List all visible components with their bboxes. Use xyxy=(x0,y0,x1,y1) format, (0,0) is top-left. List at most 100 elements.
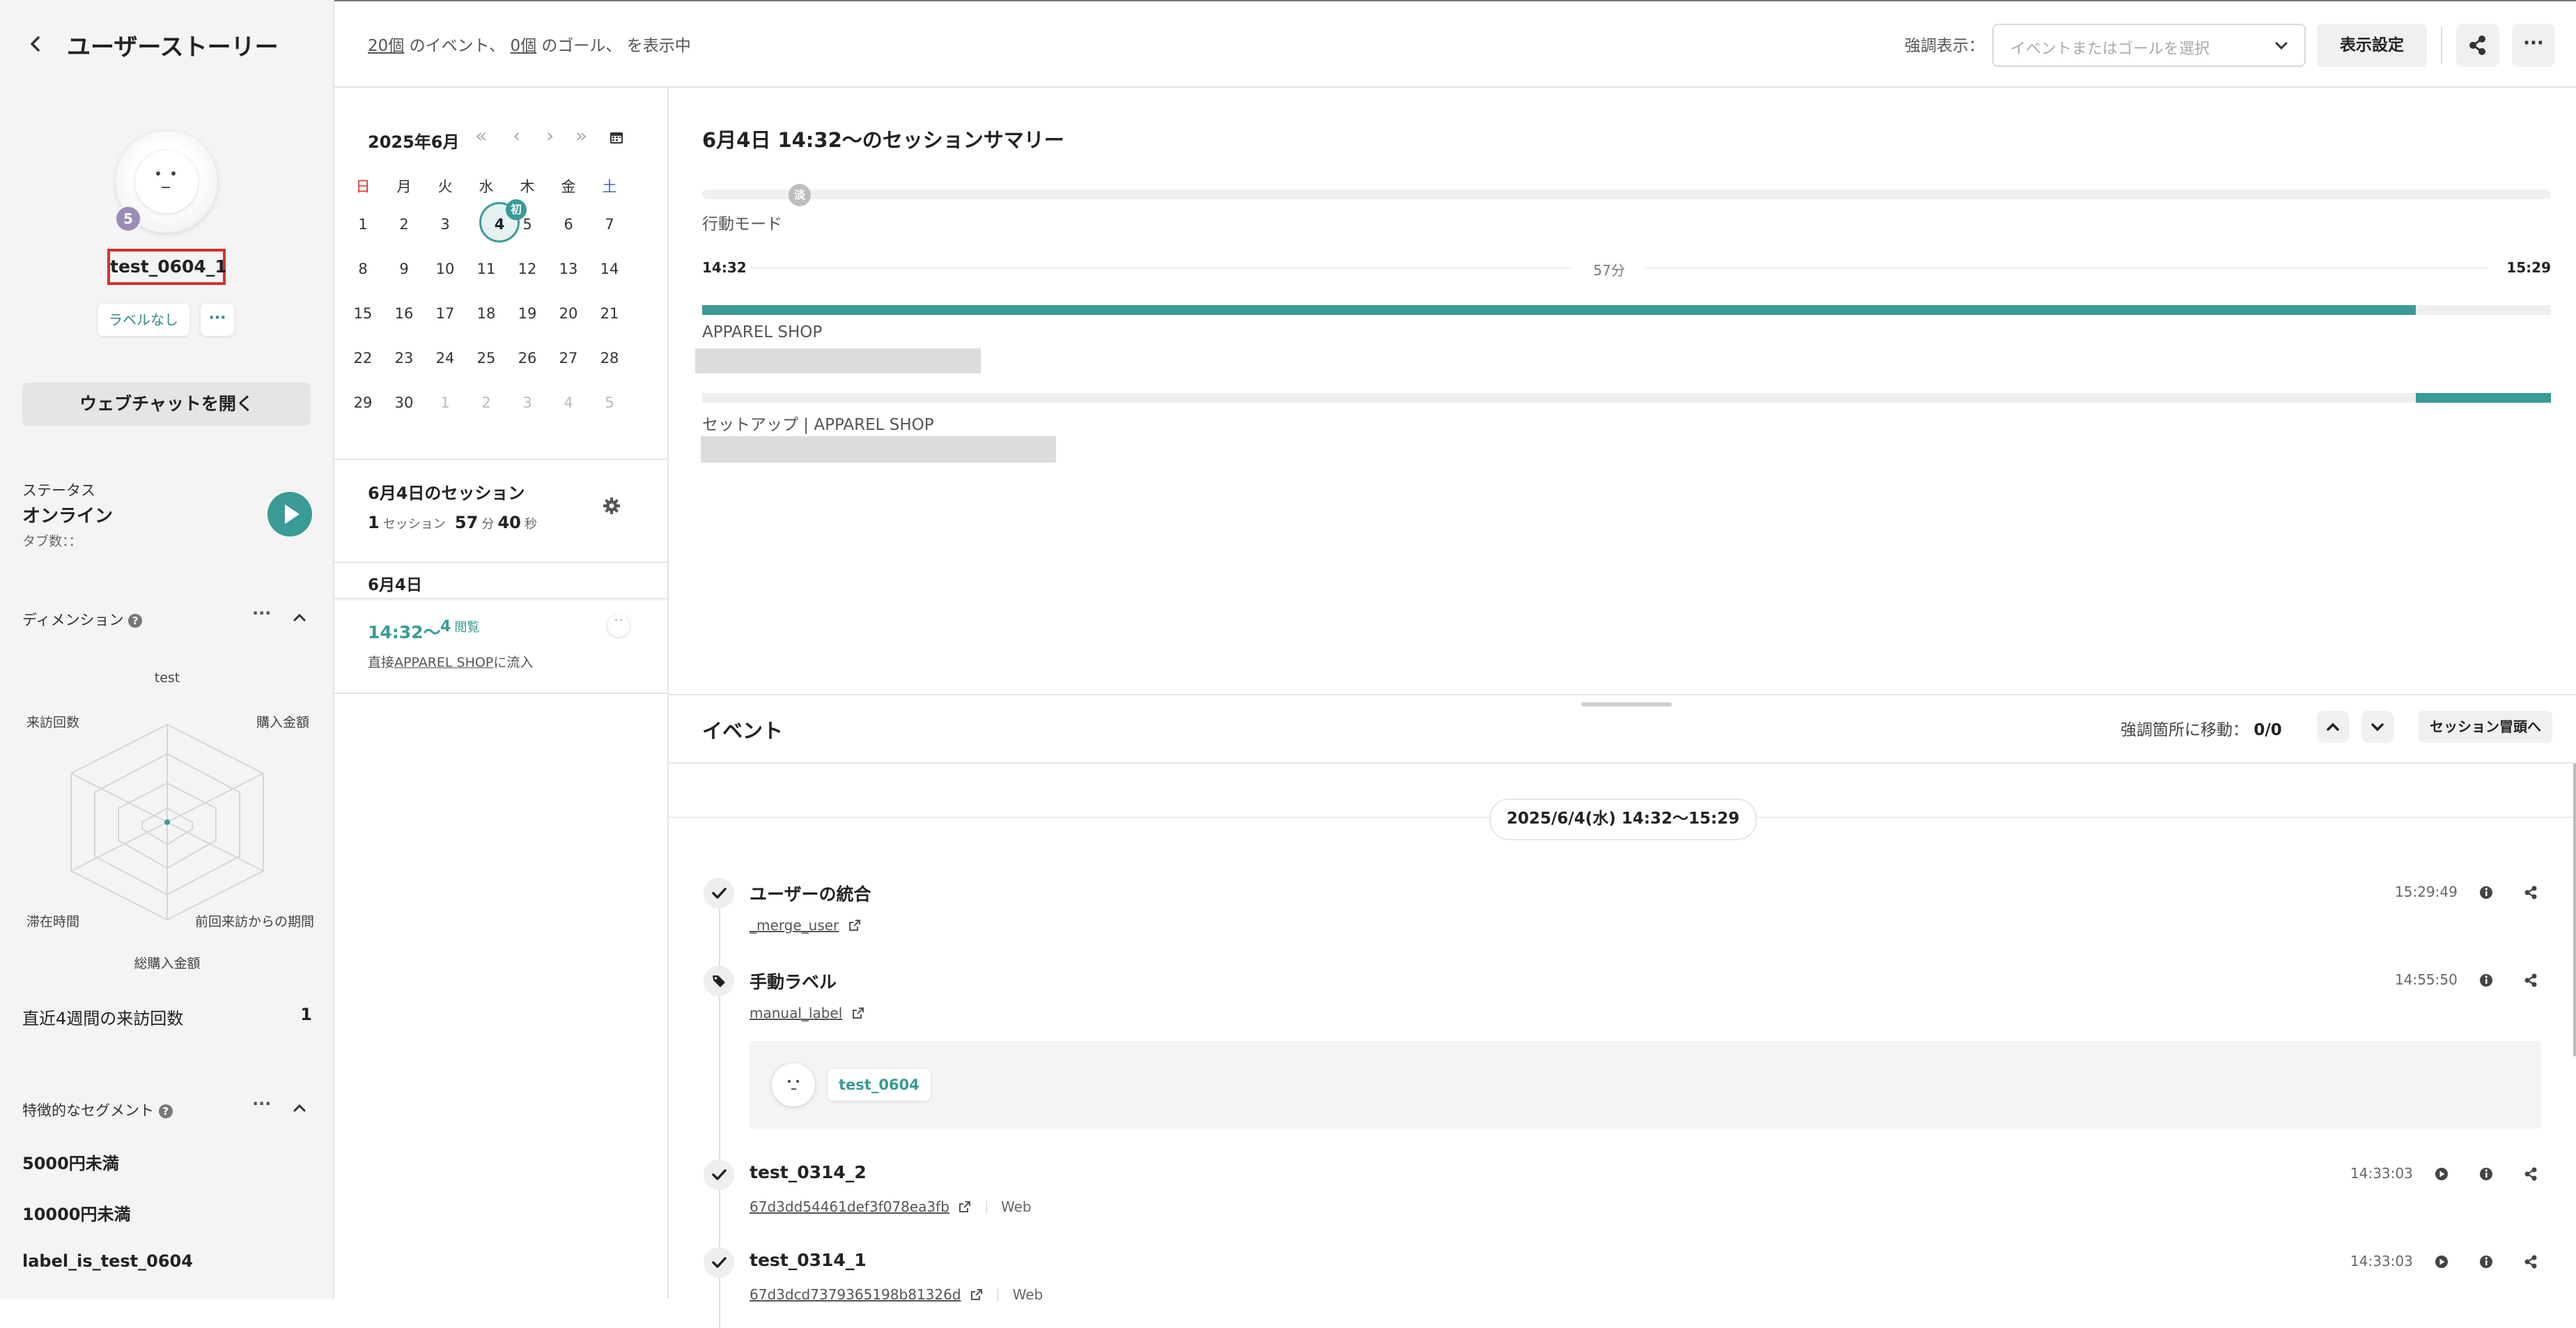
radar-label-bottom: 総購入金額 xyxy=(134,956,201,971)
resize-handle[interactable] xyxy=(1581,702,1672,707)
event-key-link[interactable]: 67d3dd54461def3f078ea3fb xyxy=(750,1198,949,1215)
calendar-day[interactable]: 20 xyxy=(548,305,589,322)
page-bar-fill[interactable] xyxy=(702,305,2416,315)
label-user-chip[interactable]: test_0604 xyxy=(828,1069,931,1101)
info-icon[interactable] xyxy=(2476,1251,2497,1272)
page-bar-track xyxy=(702,305,2551,315)
event-title: test_0314_1 xyxy=(750,1250,867,1270)
event-key-link[interactable]: _merge_user xyxy=(750,917,839,934)
dimension-title-text: ディメンション xyxy=(22,612,124,628)
dimension-more-icon[interactable]: ··· xyxy=(252,603,271,623)
calendar-day[interactable]: 2 xyxy=(384,216,424,233)
calendar-day[interactable]: 24 xyxy=(425,350,465,366)
calendar-day[interactable]: 5 xyxy=(507,216,548,233)
calendar-day[interactable]: 23 xyxy=(384,350,424,366)
event-goal-summary: 20個 のイベント、 0個 のゴール、 を表示中 xyxy=(368,32,691,56)
external-link-icon[interactable] xyxy=(851,1006,865,1020)
calendar-day[interactable]: 15 xyxy=(343,305,383,322)
segment-collapse-icon[interactable] xyxy=(291,1101,308,1115)
calendar-next-year[interactable]: » xyxy=(575,124,587,147)
calendar-day[interactable]: 11 xyxy=(466,261,506,277)
back-button[interactable] xyxy=(25,32,46,56)
segment-more-icon[interactable]: ··· xyxy=(252,1094,271,1113)
calendar-day-outside[interactable]: 4 xyxy=(548,394,589,411)
behavior-mode-track xyxy=(702,190,2551,199)
share-icon[interactable] xyxy=(2520,1251,2541,1272)
calendar-day[interactable]: 13 xyxy=(548,261,589,277)
calendar-day[interactable]: 28 xyxy=(589,350,630,366)
play-icon[interactable] xyxy=(2431,1164,2452,1184)
calendar-day[interactable]: 8 xyxy=(343,261,383,277)
session-date-header: 6月4日 xyxy=(334,562,667,599)
chevron-up-icon xyxy=(293,613,306,621)
calendar-day[interactable]: 16 xyxy=(384,305,424,322)
dimension-collapse-icon[interactable] xyxy=(291,610,308,624)
session-list-item[interactable]: 14:32〜 4 閲覧 直接APPAREL SHOPに流入 ˙˙ xyxy=(334,598,667,694)
calendar-day[interactable]: 18 xyxy=(466,305,506,322)
label-more-button[interactable]: ··· xyxy=(201,304,234,336)
calendar-day[interactable]: 21 xyxy=(589,305,630,322)
share-icon[interactable] xyxy=(2520,1164,2541,1184)
info-icon[interactable] xyxy=(2476,1164,2497,1184)
calendar-day[interactable]: 17 xyxy=(425,305,465,322)
goals-count-link[interactable]: 0個 xyxy=(510,37,536,55)
session-item-source-link[interactable]: APPAREL SHOP xyxy=(394,655,493,670)
weekday-sun: 日 xyxy=(355,178,371,195)
calendar-day[interactable]: 14 xyxy=(589,261,630,277)
calendar-day-outside[interactable]: 1 xyxy=(425,394,465,411)
next-highlight-button[interactable] xyxy=(2361,711,2393,743)
help-icon[interactable]: ? xyxy=(128,614,143,628)
calendar-day[interactable]: 26 xyxy=(507,350,548,366)
session-settings-icon[interactable] xyxy=(602,496,621,516)
calendar-day[interactable]: 22 xyxy=(343,350,383,366)
calendar-day[interactable]: 3 xyxy=(425,216,465,233)
info-icon[interactable] xyxy=(2476,882,2497,903)
scrollbar[interactable] xyxy=(2573,764,2576,1056)
session-top-button[interactable]: セッション冒頭へ xyxy=(2419,711,2552,743)
external-link-icon[interactable] xyxy=(958,1200,972,1214)
calendar-next-month[interactable]: › xyxy=(546,124,554,147)
calendar-day-outside[interactable]: 5 xyxy=(589,394,630,411)
events-count-link[interactable]: 20個 xyxy=(368,37,404,55)
event-key-link[interactable]: manual_label xyxy=(750,1005,842,1021)
session-item-time: 14:32〜 xyxy=(368,622,441,642)
user-name-text: test_0604_1 xyxy=(110,256,227,277)
label-chip[interactable]: ラベルなし xyxy=(98,304,189,336)
calendar-day[interactable]: 6 xyxy=(548,216,589,233)
open-webchat-button[interactable]: ウェブチャットを開く xyxy=(22,383,311,426)
calendar-day-outside[interactable]: 3 xyxy=(507,394,548,411)
weekday-sat: 土 xyxy=(602,178,617,195)
highlight-select[interactable]: イベントまたはゴールを選択 xyxy=(1992,24,2306,67)
calendar-day[interactable]: 30 xyxy=(384,394,424,411)
help-icon[interactable]: ? xyxy=(158,1104,173,1118)
event-key-link[interactable]: 67d3dcd7379365198b81326d xyxy=(750,1286,961,1303)
info-icon[interactable] xyxy=(2476,970,2497,991)
calendar-day[interactable]: 29 xyxy=(343,394,383,411)
calendar-day[interactable]: 19 xyxy=(507,305,548,322)
calendar-day[interactable]: 9 xyxy=(384,261,424,277)
play-icon[interactable] xyxy=(2431,1251,2452,1272)
prev-highlight-button[interactable] xyxy=(2317,711,2349,743)
external-link-icon[interactable] xyxy=(848,918,862,932)
calendar-prev-year[interactable]: « xyxy=(475,124,487,147)
session-minutes: 57 xyxy=(454,513,479,532)
external-link-icon[interactable] xyxy=(970,1288,984,1302)
calendar-day[interactable]: 12 xyxy=(507,261,548,277)
weekday-tue: 火 xyxy=(437,178,453,195)
calendar-day[interactable]: 1 xyxy=(343,216,383,233)
calendar-prev-month[interactable]: ‹ xyxy=(513,124,520,147)
calendar-day[interactable]: 10 xyxy=(425,261,465,277)
calendar-day[interactable]: 25 xyxy=(466,350,506,366)
share-icon[interactable] xyxy=(2520,970,2541,991)
calendar-day-outside[interactable]: 2 xyxy=(466,394,506,411)
share-icon[interactable] xyxy=(2520,882,2541,903)
more-menu-button[interactable]: ··· xyxy=(2512,24,2555,67)
share-button[interactable] xyxy=(2456,24,2499,67)
calendar-day[interactable]: 27 xyxy=(548,350,589,366)
calendar-day[interactable]: 7 xyxy=(589,216,630,233)
display-settings-button[interactable]: 表示設定 xyxy=(2317,24,2427,67)
date-pill: 2025/6/4(水) 14:32〜15:29 xyxy=(1489,798,1757,840)
play-session-button[interactable] xyxy=(267,492,312,536)
calendar-icon[interactable] xyxy=(609,130,624,145)
page-bar-fill[interactable] xyxy=(2416,393,2551,403)
